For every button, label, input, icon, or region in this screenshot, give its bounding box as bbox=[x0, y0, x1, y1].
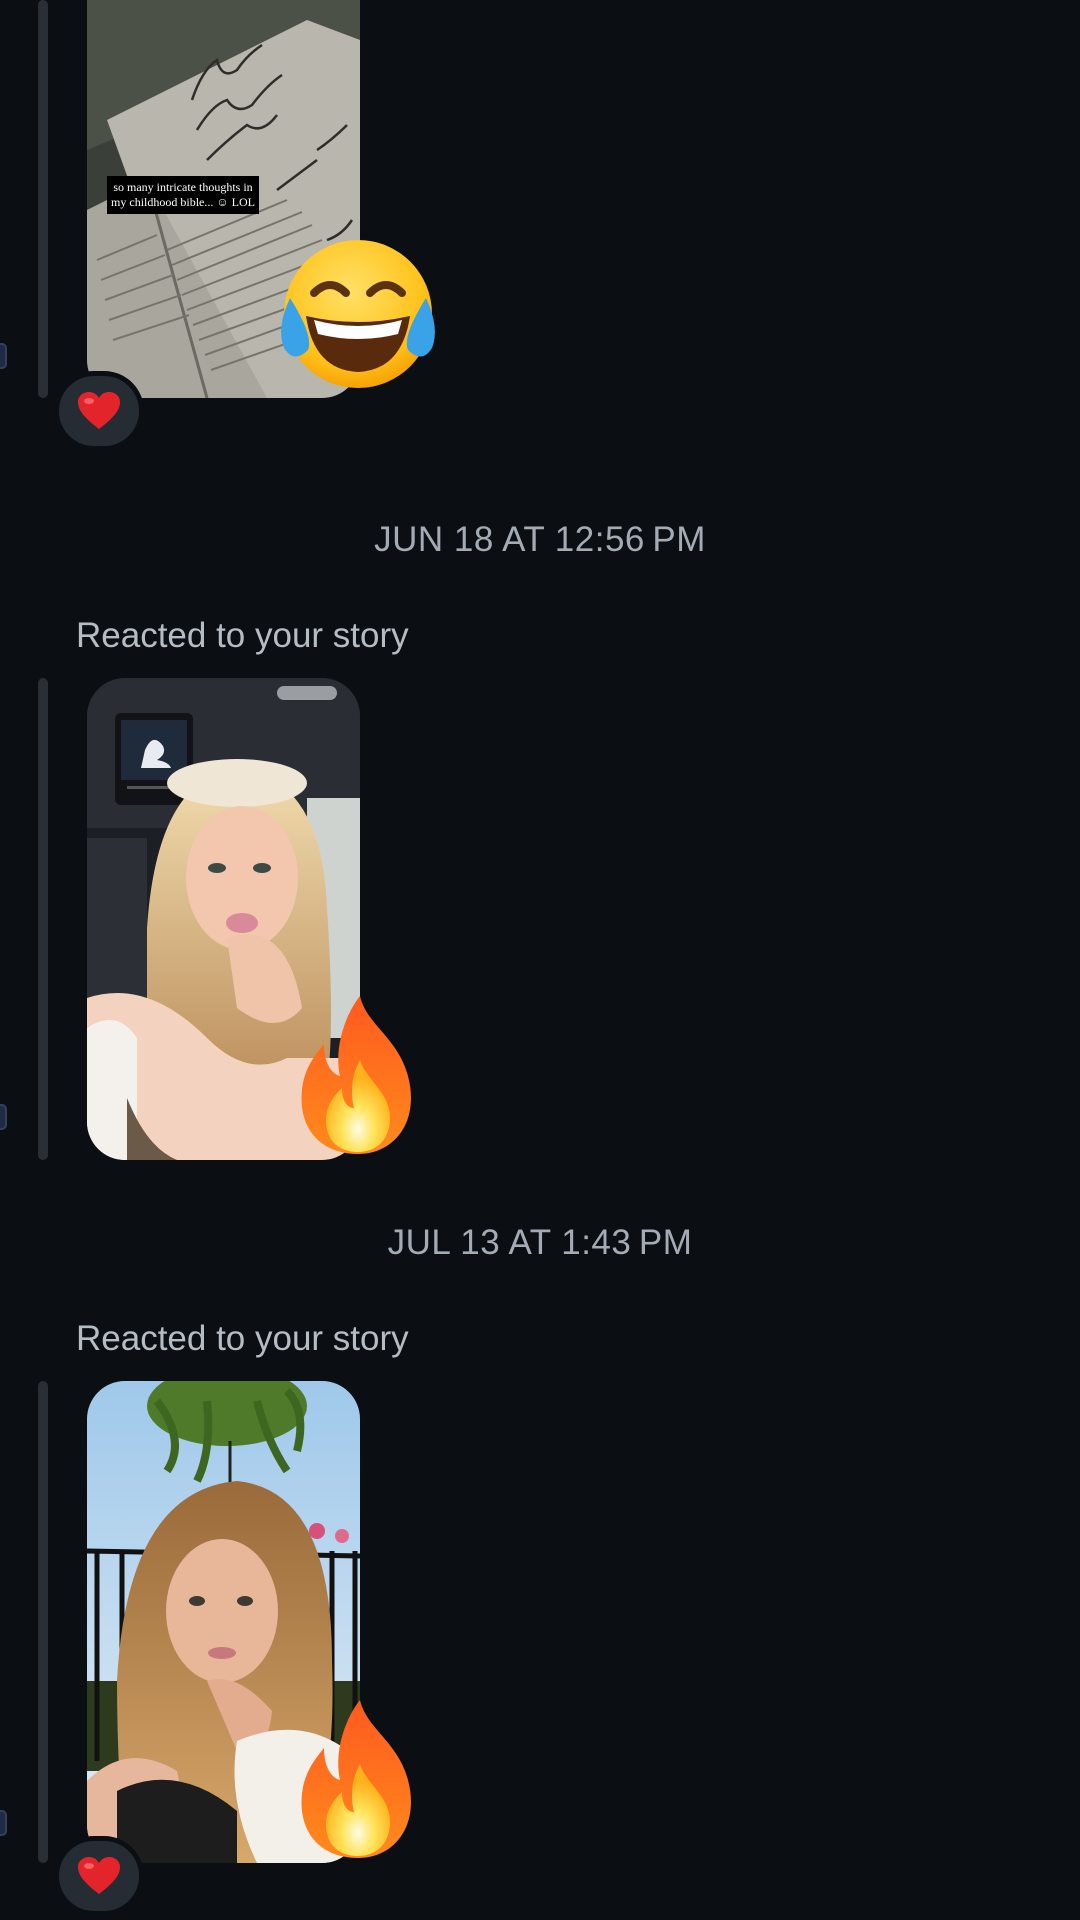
reacted-to-story-label: Reacted to your story bbox=[76, 1319, 409, 1358]
fire-icon bbox=[294, 1698, 424, 1865]
heart-reaction-pill[interactable] bbox=[54, 371, 144, 451]
message-timestamp: JUN 18 AT 12:56 PM bbox=[374, 520, 706, 559]
story-caption: so many intricate thoughts in my childho… bbox=[107, 176, 259, 214]
heart-reaction-pill[interactable] bbox=[54, 1836, 144, 1916]
red-heart-icon bbox=[78, 392, 120, 429]
reacted-to-story-label: Reacted to your story bbox=[76, 616, 409, 655]
red-heart-icon bbox=[78, 1857, 120, 1894]
face-with-tears-of-joy-icon bbox=[276, 238, 440, 395]
dm-thread: so many intricate thoughts in my childho… bbox=[0, 0, 1080, 1920]
message-timestamp: JUL 13 AT 1:43 PM bbox=[387, 1223, 693, 1262]
reply-bar bbox=[38, 0, 48, 398]
reply-bar bbox=[38, 1381, 48, 1863]
fire-icon bbox=[294, 994, 424, 1161]
sender-avatar-edge bbox=[0, 343, 7, 369]
reply-bar bbox=[38, 678, 48, 1160]
sender-avatar-edge bbox=[0, 1104, 7, 1130]
sender-avatar-edge bbox=[0, 1810, 7, 1836]
